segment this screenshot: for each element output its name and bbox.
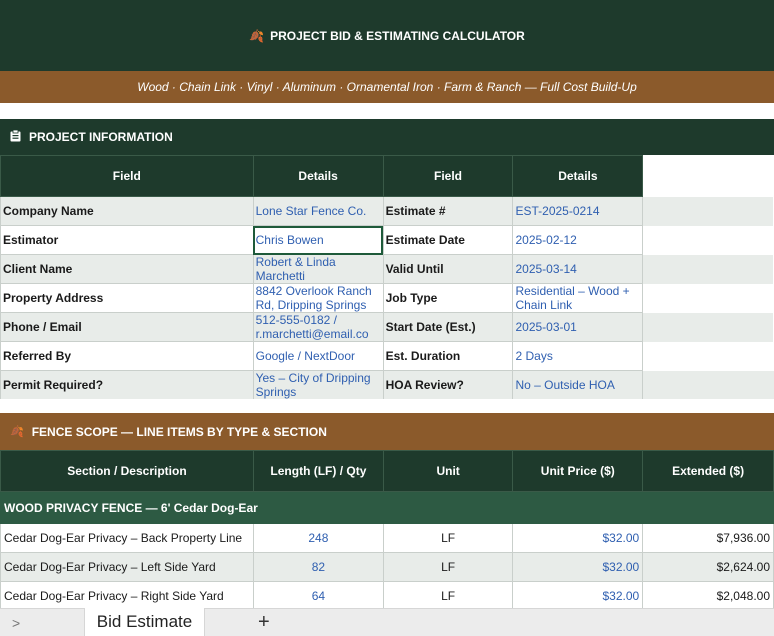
clipboard-icon [10, 129, 21, 145]
info-row: Phone / Email 512-555-0182 / r.marchetti@… [0, 312, 774, 342]
column-header[interactable]: Details [512, 155, 644, 197]
empty-cell[interactable] [642, 155, 774, 197]
field-label[interactable]: Phone / Email [0, 312, 254, 342]
spacer [0, 399, 774, 413]
field-value[interactable]: 2025-02-12 [512, 225, 644, 255]
title-bar: 🍂 PROJECT BID & ESTIMATING CALCULATOR [0, 0, 774, 71]
empty-cell[interactable] [642, 312, 774, 342]
empty-cell[interactable] [642, 225, 774, 255]
field-value[interactable]: EST-2025-0214 [512, 196, 644, 226]
field-value[interactable]: Lone Star Fence Co. [252, 196, 384, 226]
field-value[interactable]: 512-555-0182 / r.marchetti@email.co [252, 312, 384, 342]
column-header[interactable]: Field [0, 155, 254, 197]
page-title: PROJECT BID & ESTIMATING CALCULATOR [270, 28, 525, 43]
column-header[interactable]: Field [382, 155, 514, 197]
line-extended[interactable]: $2,624.00 [642, 552, 774, 582]
line-unit-price[interactable]: $32.00 [512, 552, 644, 582]
line-quantity[interactable]: 64 [252, 581, 384, 611]
project-info-title: PROJECT INFORMATION [29, 130, 173, 144]
scope-table: Section / Description Length (LF) / Qty … [0, 450, 774, 611]
field-label[interactable]: Start Date (Est.) [382, 312, 514, 342]
field-label[interactable]: Referred By [0, 341, 254, 371]
table-row: Cedar Dog-Ear Privacy – Right Side Yard 6… [0, 581, 774, 611]
scope-title: FENCE SCOPE — LINE ITEMS BY TYPE & SECTI… [31, 424, 327, 439]
line-description[interactable]: Cedar Dog-Ear Privacy – Back Property Li… [0, 523, 254, 553]
field-value[interactable]: 2025-03-14 [512, 254, 644, 284]
group-row: WOOD PRIVACY FENCE — 6' Cedar Dog-Ear [0, 491, 774, 524]
add-sheet-icon[interactable]: + [258, 611, 270, 634]
info-row: Estimator Chris Bowen Estimate Date 2025-02… [0, 225, 774, 255]
line-unit[interactable]: LF [382, 523, 514, 553]
field-value[interactable]: 8842 Overlook Ranch Rd, Dripping Springs [252, 283, 384, 313]
column-header[interactable]: Details [252, 155, 384, 197]
line-unit[interactable]: LF [382, 581, 514, 611]
column-header[interactable]: Section / Description [0, 450, 254, 492]
field-label[interactable]: Permit Required? [0, 370, 254, 400]
page-subtitle: Wood · Chain Link · Vinyl · Aluminum · O… [137, 80, 637, 94]
group-label[interactable]: WOOD PRIVACY FENCE — 6' Cedar Dog-Ear [0, 491, 774, 524]
field-value[interactable]: 2025-03-01 [512, 312, 644, 342]
leaf-icon: 🍂 [249, 28, 265, 43]
field-value[interactable]: Chris Bowen [252, 225, 384, 255]
empty-cell[interactable] [642, 196, 774, 226]
field-label[interactable]: Job Type [382, 283, 514, 313]
line-unit-price[interactable]: $32.00 [512, 523, 644, 553]
spacer [0, 103, 774, 119]
subtitle-bar: Wood · Chain Link · Vinyl · Aluminum · O… [0, 71, 774, 103]
field-label[interactable]: Client Name [0, 254, 254, 284]
column-header[interactable]: Length (LF) / Qty [252, 450, 384, 492]
field-value[interactable]: Google / NextDoor [252, 341, 384, 371]
line-extended[interactable]: $2,048.00 [642, 581, 774, 611]
tab-label: Bid Estimate [96, 612, 193, 631]
empty-cell[interactable] [642, 341, 774, 371]
chevron-right-icon[interactable]: > [12, 615, 20, 631]
line-quantity[interactable]: 248 [252, 523, 384, 553]
tab-bid-estimate[interactable]: Bid Estimate [84, 608, 205, 636]
line-unit-price[interactable]: $32.00 [512, 581, 644, 611]
info-row: Permit Required? Yes – City of Dripping S… [0, 370, 774, 400]
info-row: Company Name Lone Star Fence Co. Estimate … [0, 196, 774, 226]
field-label[interactable]: Company Name [0, 196, 254, 226]
empty-cell[interactable] [642, 370, 774, 400]
field-label[interactable]: Property Address [0, 283, 254, 313]
info-row: Client Name Robert & Linda Marchetti Valid… [0, 254, 774, 284]
info-row: Referred By Google / NextDoor Est. Duratio… [0, 341, 774, 371]
empty-cell[interactable] [642, 254, 774, 284]
leaf-icon: 🍂 [10, 426, 24, 438]
sheet-tab-bar: > Bid Estimate + [0, 608, 774, 636]
field-label[interactable]: Estimate # [382, 196, 514, 226]
project-info-table: Field Details Field Details Company Name… [0, 155, 774, 400]
field-label[interactable]: Est. Duration [382, 341, 514, 371]
line-extended[interactable]: $7,936.00 [642, 523, 774, 553]
field-label[interactable]: Estimator [0, 225, 254, 255]
table-row: Cedar Dog-Ear Privacy – Back Property Li… [0, 523, 774, 553]
column-header[interactable]: Extended ($) [642, 450, 774, 492]
column-header[interactable]: Unit Price ($) [512, 450, 644, 492]
field-label[interactable]: HOA Review? [382, 370, 514, 400]
scope-header: 🍂 FENCE SCOPE — LINE ITEMS BY TYPE & SEC… [0, 413, 774, 450]
line-description[interactable]: Cedar Dog-Ear Privacy – Right Side Yard [0, 581, 254, 611]
field-label[interactable]: Estimate Date [382, 225, 514, 255]
line-description[interactable]: Cedar Dog-Ear Privacy – Left Side Yard [0, 552, 254, 582]
field-label[interactable]: Valid Until [382, 254, 514, 284]
info-row: Property Address 8842 Overlook Ranch Rd, … [0, 283, 774, 313]
project-info-header: PROJECT INFORMATION [0, 119, 774, 155]
line-unit[interactable]: LF [382, 552, 514, 582]
field-value[interactable]: 2 Days [512, 341, 644, 371]
field-value[interactable]: No – Outside HOA [512, 370, 644, 400]
column-header[interactable]: Unit [382, 450, 514, 492]
field-value[interactable]: Robert & Linda Marchetti [252, 254, 384, 284]
field-value[interactable]: Yes – City of Dripping Springs [252, 370, 384, 400]
empty-cell[interactable] [642, 283, 774, 313]
field-value[interactable]: Residential – Wood + Chain Link [512, 283, 644, 313]
table-row: Cedar Dog-Ear Privacy – Left Side Yard 82… [0, 552, 774, 582]
line-quantity[interactable]: 82 [252, 552, 384, 582]
